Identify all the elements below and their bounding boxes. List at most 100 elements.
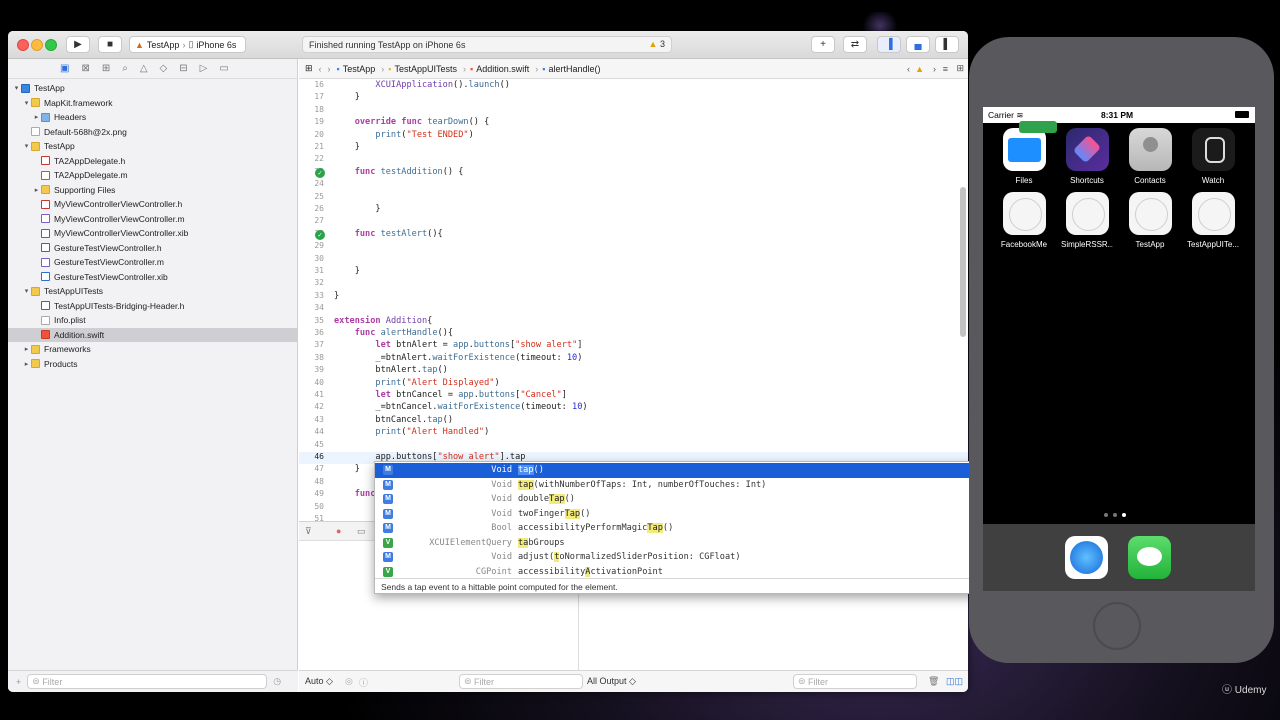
trash-icon[interactable]: 🗑: [928, 676, 939, 687]
file-tree-item[interactable]: GestureTestViewController.m: [8, 255, 298, 270]
code-review-button[interactable]: ⇄: [843, 36, 867, 53]
code-line[interactable]: 26 }: [299, 204, 968, 216]
code-line[interactable]: 35 extension Addition{: [299, 316, 968, 328]
app-facebookme[interactable]: FacebookMe: [998, 192, 1050, 249]
file-tree-item[interactable]: TA2AppDelegate.m: [8, 168, 298, 183]
code-line[interactable]: 34: [299, 303, 968, 315]
prev-issue-icon[interactable]: ‹: [907, 64, 910, 74]
app-contacts[interactable]: Contacts: [1124, 128, 1176, 185]
disclosure-icon[interactable]: ▾: [22, 287, 31, 295]
file-tree-item[interactable]: MyViewControllerViewController.h: [8, 197, 298, 212]
file-tree-item[interactable]: ▸ Supporting Files: [8, 183, 298, 198]
code-line[interactable]: 24: [299, 179, 968, 191]
breakpoint-arrow-icon[interactable]: ▭: [357, 526, 366, 537]
code-line[interactable]: 19 override func tearDown() {: [299, 117, 968, 129]
source-control-icon[interactable]: ⊠: [81, 63, 89, 74]
file-tree-item[interactable]: ▾ TestApp: [8, 139, 298, 154]
code-line[interactable]: 17 }: [299, 92, 968, 104]
navigator-filter-input[interactable]: ⊜ Filter: [27, 674, 268, 689]
code-line[interactable]: 25: [299, 192, 968, 204]
disclosure-icon[interactable]: ▸: [22, 360, 31, 368]
app-testappuite-[interactable]: TestAppUITe...: [1187, 192, 1239, 249]
issue-icon[interactable]: △: [140, 63, 148, 74]
file-tree-item[interactable]: ▸ Headers: [8, 110, 298, 125]
code-line[interactable]: 41 let btnCancel = app.buttons["Cancel"]: [299, 390, 968, 402]
test-passed-icon[interactable]: ✓: [315, 167, 325, 178]
file-tree-item[interactable]: GestureTestViewController.h: [8, 241, 298, 256]
code-line[interactable]: 38 _=btnAlert.waitForExistence(timeout: …: [299, 353, 968, 365]
code-line[interactable]: 22: [299, 154, 968, 166]
run-button[interactable]: ▶: [66, 36, 90, 53]
test-passed-icon[interactable]: ✓: [315, 229, 325, 240]
code-line[interactable]: 30: [299, 254, 968, 266]
eye-icon[interactable]: ◎: [345, 676, 353, 687]
split-editor-icon[interactable]: ⊞: [956, 63, 964, 74]
code-line[interactable]: 43 btnCancel.tap(): [299, 415, 968, 427]
code-line[interactable]: 39 btnAlert.tap(): [299, 365, 968, 377]
file-tree-item[interactable]: Info.plist: [8, 313, 298, 328]
back-icon[interactable]: ‹: [319, 64, 322, 74]
jump-group[interactable]: ▪ TestAppUITests: [388, 64, 457, 74]
safari-icon[interactable]: [1065, 536, 1108, 579]
search-icon[interactable]: ⌕: [122, 63, 128, 74]
completion-item[interactable]: M Void doubleTap(): [375, 492, 1053, 507]
disclosure-icon[interactable]: ▾: [22, 142, 31, 150]
related-items-icon[interactable]: ⊞: [305, 63, 313, 74]
disclosure-icon[interactable]: ▸: [32, 186, 41, 194]
disclosure-icon[interactable]: ▸: [32, 113, 41, 121]
code-line[interactable]: 44 print("Alert Handled"): [299, 427, 968, 439]
test-icon[interactable]: ◇: [160, 63, 168, 74]
app-files[interactable]: Files: [998, 128, 1050, 185]
completion-item[interactable]: M Void adjust(toNormalizedSliderPosition: …: [375, 550, 1053, 565]
code-line[interactable]: 18: [299, 105, 968, 117]
completion-item[interactable]: V XCUIElementQuery tabGroups: [375, 536, 1053, 551]
messages-icon[interactable]: [1128, 536, 1171, 579]
variables-filter-input[interactable]: ⊜ Filter: [459, 674, 583, 689]
completion-item[interactable]: M Void tap(withNumberOfTaps: Int, numberOf…: [375, 478, 1053, 493]
toggle-inspector-button[interactable]: ▌: [935, 36, 959, 53]
code-line[interactable]: 33}: [299, 291, 968, 303]
file-tree-item[interactable]: ▸ Frameworks: [8, 342, 298, 357]
library-button[interactable]: +: [811, 36, 835, 53]
warning-icon[interactable]: ▲: [915, 64, 924, 74]
disclosure-icon[interactable]: ▸: [22, 345, 31, 353]
jump-project[interactable]: ▪ TestApp: [337, 64, 376, 74]
output-selector[interactable]: All Output ◇: [587, 676, 636, 687]
app-shortcuts[interactable]: Shortcuts: [1061, 128, 1113, 185]
code-line[interactable]: 31 }: [299, 266, 968, 278]
file-tree-item[interactable]: Default-568h@2x.png: [8, 125, 298, 140]
jump-symbol[interactable]: ▪ alertHandle(): [542, 64, 600, 74]
file-tree-item[interactable]: GestureTestViewController.xib: [8, 270, 298, 285]
minimize-window-button[interactable]: [31, 39, 43, 51]
toggle-navigator-button[interactable]: ▐: [877, 36, 901, 53]
breakpoints-toggle-icon[interactable]: ●: [336, 526, 341, 536]
file-tree-item[interactable]: ▸ Products: [8, 357, 298, 372]
scheme-selector[interactable]: ▲ TestApp › ▯ iPhone 6s: [129, 36, 246, 53]
app-testapp[interactable]: TestApp: [1124, 192, 1176, 249]
breakpoint-icon[interactable]: ▷: [200, 63, 208, 74]
source-editor[interactable]: 16 XCUIApplication().launch() 17 } 18 19 ov…: [299, 79, 968, 521]
code-line[interactable]: 36 func alertHandle(){: [299, 328, 968, 340]
home-button[interactable]: [1093, 602, 1141, 650]
completion-item[interactable]: M Bool accessibilityPerformMagicTap(): [375, 521, 1053, 536]
app-watch[interactable]: Watch: [1187, 128, 1239, 185]
code-line[interactable]: 28 func testAlert(){✓: [299, 229, 968, 241]
file-tree-item[interactable]: ▾ TestAppUITests: [8, 284, 298, 299]
editor-options-icon[interactable]: ≡: [943, 64, 948, 74]
file-tree-item[interactable]: TestAppUITests-Bridging-Header.h: [8, 299, 298, 314]
code-line[interactable]: 29: [299, 241, 968, 253]
code-line[interactable]: 20 print("Test ENDED"): [299, 130, 968, 142]
auto-selector[interactable]: Auto ◇: [305, 676, 333, 687]
completion-item[interactable]: M Void tap(): [375, 463, 1053, 478]
split-view-icon[interactable]: ◫◫: [946, 676, 963, 687]
file-tree-item[interactable]: ▾ TestApp: [8, 81, 298, 96]
file-tree-item[interactable]: ▾ MapKit.framework: [8, 96, 298, 111]
forward-icon[interactable]: ›: [328, 64, 331, 74]
disclosure-icon[interactable]: ▾: [22, 99, 31, 107]
code-line[interactable]: 21 }: [299, 142, 968, 154]
warnings-indicator[interactable]: ▲ 3: [649, 39, 665, 49]
disclosure-icon[interactable]: ▾: [12, 84, 21, 92]
hide-debug-icon[interactable]: ⊽: [305, 526, 312, 537]
zoom-window-button[interactable]: [45, 39, 57, 51]
file-tree-item[interactable]: MyViewControllerViewController.m: [8, 212, 298, 227]
